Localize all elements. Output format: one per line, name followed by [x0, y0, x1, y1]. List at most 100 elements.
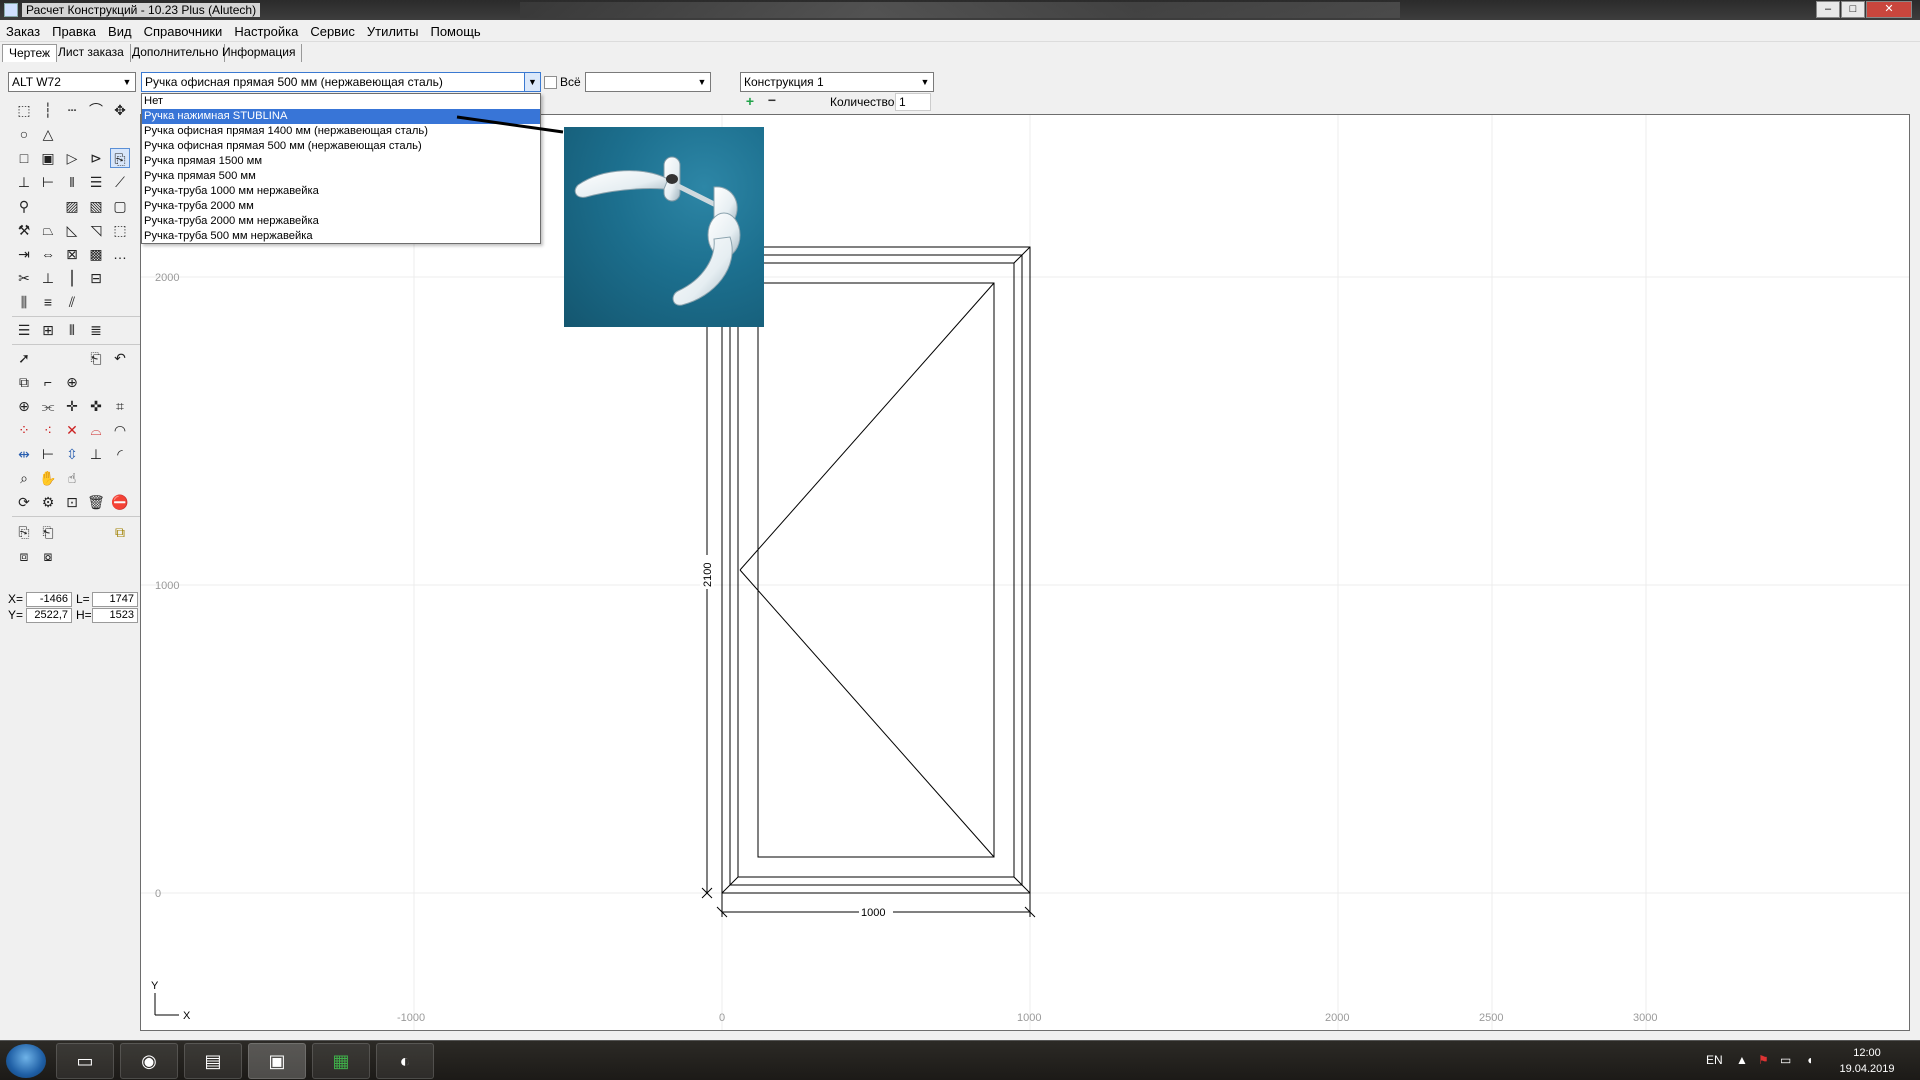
handle-select[interactable]: Ручка офисная прямая 500 мм (нержавеющая…: [141, 72, 541, 92]
tray-expand-icon[interactable]: ▲: [1736, 1053, 1748, 1067]
frame-icon[interactable]: □: [14, 148, 34, 168]
join-icon[interactable]: ⊥: [38, 268, 58, 288]
layout-cols-icon[interactable]: ⫴: [62, 320, 82, 340]
dim-arc-icon[interactable]: ◜: [110, 444, 130, 464]
door-construction[interactable]: [721, 246, 1031, 894]
diagonal-icon[interactable]: ⟋: [110, 172, 130, 192]
dim-height-icon[interactable]: ⇳: [62, 444, 82, 464]
clock[interactable]: 12:00 19.04.2019: [1836, 1045, 1898, 1077]
close-button[interactable]: ✕: [1866, 1, 1912, 18]
menu-reference[interactable]: Справочники: [138, 20, 229, 39]
corner-dim-icon[interactable]: ⌗: [110, 396, 130, 416]
zoom-icon[interactable]: ⌕: [14, 468, 34, 488]
excel-icon[interactable]: ▦: [312, 1043, 370, 1079]
mullion-vertical-icon[interactable]: ⊥: [14, 172, 34, 192]
bars-diagonal-icon[interactable]: ⫽: [62, 292, 82, 312]
maximize-button[interactable]: □: [1841, 1, 1865, 18]
action-center-flag-icon[interactable]: ⚑: [1758, 1053, 1769, 1067]
network-icon[interactable]: ▭: [1780, 1053, 1791, 1067]
point-icon[interactable]: ⁘: [14, 420, 34, 440]
hatch-icon[interactable]: ▩: [86, 244, 106, 264]
split-icon[interactable]: ⎮: [62, 268, 82, 288]
dropdown-item[interactable]: Ручка-труба 2000 мм нержавейка: [142, 214, 540, 229]
l-field[interactable]: 1747: [92, 592, 138, 607]
tab-order-sheet[interactable]: Лист заказа: [52, 44, 131, 62]
wrench-icon[interactable]: ⚒: [14, 220, 34, 240]
lock-icon[interactable]: ⚲: [14, 196, 34, 216]
handle-tool-icon[interactable]: ⎘: [110, 148, 130, 168]
sash-open-icon[interactable]: ▷: [62, 148, 82, 168]
triangle-icon[interactable]: △: [38, 124, 58, 144]
construction-select[interactable]: Конструкция 1 ▼: [740, 72, 934, 92]
cut-icon[interactable]: ✂: [14, 268, 34, 288]
h-field[interactable]: 1523: [92, 608, 138, 623]
merge-icon[interactable]: ⊟: [86, 268, 106, 288]
menu-order[interactable]: Заказ: [0, 20, 46, 39]
offset-icon[interactable]: ⫘: [38, 396, 58, 416]
transom-icon[interactable]: ☰: [86, 172, 106, 192]
winrar-icon[interactable]: ▤: [184, 1043, 242, 1079]
arrow-both-icon[interactable]: ⇔: [38, 244, 58, 264]
horizontal-dash-icon[interactable]: ┄: [62, 100, 82, 120]
menu-service[interactable]: Сервис: [304, 20, 361, 39]
paste-list-icon[interactable]: ⧇: [38, 546, 58, 566]
y-field[interactable]: 2522,7: [26, 608, 72, 623]
circle-icon[interactable]: ○: [14, 124, 34, 144]
dotted-select-icon[interactable]: ⬚: [110, 220, 130, 240]
menu-utilities[interactable]: Утилиты: [361, 20, 425, 39]
dropdown-item[interactable]: Ручка-труба 1000 мм нержавейка: [142, 184, 540, 199]
layout-split-icon[interactable]: ⊞: [38, 320, 58, 340]
xy-point-icon[interactable]: ⊕: [14, 396, 34, 416]
dropdown-item[interactable]: Ручка прямая 1500 мм: [142, 154, 540, 169]
start-button[interactable]: [6, 1044, 46, 1078]
zoom-object-icon[interactable]: ⊕: [62, 372, 82, 392]
dropdown-item[interactable]: Ручка-труба 2000 мм: [142, 199, 540, 214]
dropdown-item[interactable]: Ручка офисная прямая 500 мм (нержавеющая…: [142, 139, 540, 154]
arc-point-icon[interactable]: ⌓: [86, 420, 106, 440]
radius-point-icon[interactable]: ⁖: [38, 420, 58, 440]
layout-rows-icon[interactable]: ☰: [14, 320, 34, 340]
menu-settings[interactable]: Настройка: [228, 20, 304, 39]
copy-frame-icon[interactable]: ⎗: [86, 348, 106, 368]
panel-icon[interactable]: ▢: [110, 196, 130, 216]
trash-icon[interactable]: 🗑: [86, 492, 106, 512]
cross-icon[interactable]: ⊠: [62, 244, 82, 264]
dropdown-item[interactable]: Нет: [142, 94, 540, 109]
glass-icon[interactable]: ▨: [62, 196, 82, 216]
drawing-canvas[interactable]: -1000 0 1000 2000 2500 3000 2000 1000 0 …: [140, 114, 1910, 1031]
edit-frame-icon[interactable]: ⧉: [14, 372, 34, 392]
arc-radius-icon[interactable]: ◠: [110, 420, 130, 440]
more-icon[interactable]: …: [110, 244, 130, 264]
language-indicator[interactable]: EN: [1706, 1053, 1723, 1067]
tab-information[interactable]: Информация: [216, 44, 303, 62]
menu-view[interactable]: Вид: [102, 20, 138, 39]
bars-vertical-icon[interactable]: ⫼: [14, 292, 34, 312]
filter-select[interactable]: ▼: [585, 72, 711, 92]
sash-left-icon[interactable]: ◹: [86, 220, 106, 240]
cross-move-icon[interactable]: ✛: [62, 396, 82, 416]
firefox-icon[interactable]: ◉: [120, 1043, 178, 1079]
edit-line-icon[interactable]: ⌐: [38, 372, 58, 392]
cad-app-icon[interactable]: ▣: [248, 1043, 306, 1079]
dim-vertical-icon[interactable]: ⊥: [86, 444, 106, 464]
vertical-dash-icon[interactable]: ┆: [38, 100, 58, 120]
add-construction-icon[interactable]: +: [744, 94, 756, 108]
minimize-button[interactable]: –: [1816, 1, 1840, 18]
layers-icon[interactable]: ⧉: [110, 522, 130, 542]
sash-tilt-icon[interactable]: ⊳: [86, 148, 106, 168]
undo-icon[interactable]: ↶: [110, 348, 130, 368]
remove-construction-icon[interactable]: −: [766, 93, 778, 107]
mullion-horizontal-icon[interactable]: ⊢: [38, 172, 58, 192]
arrow-right-icon[interactable]: ⇥: [14, 244, 34, 264]
tab-drawing[interactable]: Чертеж: [2, 44, 58, 62]
dim-chain-icon[interactable]: ⊢: [38, 444, 58, 464]
copy-object-icon[interactable]: ⎘: [14, 522, 34, 542]
dropdown-item[interactable]: Ручка-труба 500 мм нержавейка: [142, 229, 540, 244]
sash-right-icon[interactable]: ◺: [62, 220, 82, 240]
tab-additional[interactable]: Дополнительно: [126, 44, 226, 62]
quantity-field[interactable]: 1: [895, 93, 931, 111]
settings-gear-icon[interactable]: ⚙: [38, 492, 58, 512]
profile-system-select[interactable]: ALT W72 ▼: [8, 72, 136, 92]
menu-edit[interactable]: Правка: [46, 20, 102, 39]
paste-object-icon[interactable]: ⎗: [38, 522, 58, 542]
